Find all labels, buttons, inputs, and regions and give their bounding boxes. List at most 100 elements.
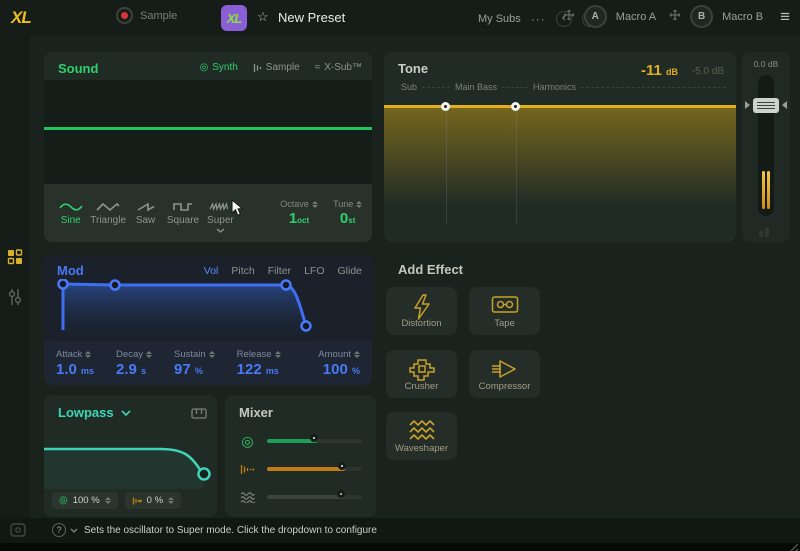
amount-stepper-icon [354, 351, 360, 358]
pads-grid-icon[interactable] [7, 249, 23, 270]
mod-panel: Mod Vol Pitch Filter LFO Glide A [44, 255, 372, 385]
main-menu-icon[interactable]: ≡ [780, 7, 790, 27]
bank-label[interactable]: My Subs [478, 13, 521, 25]
tune-value[interactable]: 0 [340, 210, 348, 227]
tone-gain-value[interactable]: -11 dB [641, 62, 678, 79]
decay-control[interactable]: Decay 2.9 s [116, 349, 152, 378]
attack-control[interactable]: Attack 1.0 ms [56, 349, 94, 378]
filter-cutoff-box[interactable]: ◎ 100 % [52, 492, 118, 509]
sound-source-tabs: ◎ Synth Sample ≈ X-Sub™ [199, 62, 362, 73]
effect-compressor-button[interactable]: Compressor [469, 350, 540, 398]
synth-channel-icon: ◎ [239, 433, 256, 450]
drive-stepper-icon [168, 497, 174, 504]
eq-node-mainbass-harmonics[interactable] [511, 102, 520, 111]
tune-control[interactable]: Tune 0st [323, 199, 372, 227]
attack-stepper-icon [85, 351, 91, 358]
oscillator-row: Sine Triangle Saw Square [44, 184, 372, 242]
tab-synth[interactable]: ◎ Synth [199, 62, 237, 73]
mod-tabs: Vol Pitch Filter LFO Glide [204, 265, 362, 277]
synth-level-slider[interactable] [267, 439, 362, 443]
sublab-xl-window: XL Sample XL ☆ New Preset My Subs ··· ‹ … [0, 0, 800, 551]
macro-b-drag-icon[interactable] [669, 8, 681, 26]
crusher-icon [409, 357, 435, 381]
octave-stepper-icon[interactable] [312, 201, 318, 208]
keytrack-icon[interactable] [191, 406, 207, 424]
synth-icon: ◎ [199, 62, 208, 73]
tab-xsub[interactable]: ≈ X-Sub™ [315, 62, 362, 73]
tab-glide[interactable]: Glide [337, 265, 362, 277]
sample-level-slider[interactable] [267, 467, 362, 471]
macro-a-drag-icon[interactable] [563, 8, 575, 26]
tab-filter[interactable]: Filter [268, 265, 291, 277]
waveform-line [44, 127, 372, 130]
filter-curve[interactable] [44, 423, 217, 489]
filter-type-dropdown[interactable]: Lowpass [58, 405, 131, 420]
octave-control[interactable]: Octave 1oct [275, 199, 324, 227]
sound-panel: Sound ◎ Synth Sample ≈ X-Sub™ [44, 52, 372, 242]
band-sub-label: Sub [396, 82, 422, 92]
envelope-curve[interactable] [44, 279, 372, 341]
output-fader-handle[interactable] [753, 98, 779, 113]
sound-title: Sound [58, 61, 98, 76]
resize-grip[interactable] [784, 541, 798, 551]
osc-triangle-button[interactable]: Triangle [89, 201, 126, 226]
osc-saw-button[interactable]: Saw [127, 201, 164, 226]
preset-name[interactable]: New Preset [278, 10, 345, 25]
meter-scale-icon [742, 227, 790, 237]
tab-vol[interactable]: Vol [204, 265, 219, 277]
macro-b-knob[interactable]: B [690, 5, 713, 28]
osc-sine-button[interactable]: Sine [52, 201, 89, 226]
release-stepper-icon [275, 351, 281, 358]
favorite-star-icon[interactable]: ☆ [257, 9, 269, 25]
waveshaper-icon [409, 419, 435, 443]
mixer-channel-xsub [239, 489, 362, 505]
mixer-sliders-icon[interactable] [7, 288, 23, 311]
osc-square-button[interactable]: Square [164, 201, 201, 226]
saw-wave-icon [134, 201, 158, 213]
effect-waveshaper-button[interactable]: Waveshaper [386, 412, 457, 460]
amount-control[interactable]: Amount 100 % [318, 349, 360, 378]
sample-record-button[interactable]: Sample [116, 7, 177, 24]
tab-lfo[interactable]: LFO [304, 265, 324, 277]
mixer-channel-sample [239, 461, 362, 477]
super-dropdown-icon[interactable] [216, 220, 225, 238]
macro-b-label: Macro B [722, 11, 763, 23]
chevron-down-icon [121, 410, 131, 416]
tone-panel: Tone -11 dB -5.0 dB Sub Main Bass Harmon… [384, 52, 736, 242]
lightning-icon [410, 294, 434, 320]
square-wave-icon [171, 201, 195, 213]
output-fader-track[interactable] [758, 75, 774, 216]
eq-node-sub-mainbass[interactable] [441, 102, 450, 111]
oscilloscope-display [44, 80, 372, 184]
status-bar: ? Sets the oscillator to Super mode. Cli… [0, 518, 800, 543]
xsub-channel-icon [239, 491, 256, 503]
release-control[interactable]: Release 122 ms [237, 349, 281, 378]
mod-title: Mod [57, 263, 84, 278]
preset-badge[interactable]: XL [221, 5, 247, 31]
effect-tape-button[interactable]: Tape [469, 287, 540, 335]
tone-title: Tone [398, 61, 428, 76]
tab-pitch[interactable]: Pitch [231, 265, 254, 277]
left-sidebar [0, 36, 30, 518]
help-toggle[interactable]: ? [52, 523, 78, 537]
octave-value[interactable]: 1 [289, 210, 297, 227]
sine-wave-icon [59, 201, 83, 213]
macro-a-knob[interactable]: A [584, 5, 607, 28]
tone-gain-secondary: -5.0 dB [692, 66, 724, 77]
xsub-level-slider[interactable] [267, 495, 362, 499]
tab-sample[interactable]: Sample [253, 62, 300, 73]
eq-curve-line[interactable] [384, 105, 736, 108]
tone-band-labels: Sub Main Bass Harmonics [396, 82, 726, 92]
help-chevron-icon [70, 528, 78, 533]
bank-menu-icon[interactable]: ··· [531, 12, 546, 26]
filter-drive-box[interactable]: 0 % [125, 492, 181, 509]
sustain-control[interactable]: Sustain 97 % [174, 349, 215, 378]
tune-stepper-icon[interactable] [356, 201, 362, 208]
mixer-title: Mixer [239, 405, 273, 420]
triangle-wave-icon [96, 201, 120, 213]
band-harmonics-label: Harmonics [528, 82, 581, 92]
effect-distortion-button[interactable]: Distortion [386, 287, 457, 335]
super-wave-icon [208, 201, 232, 213]
effect-crusher-button[interactable]: Crusher [386, 350, 457, 398]
env-release-node [302, 322, 311, 331]
